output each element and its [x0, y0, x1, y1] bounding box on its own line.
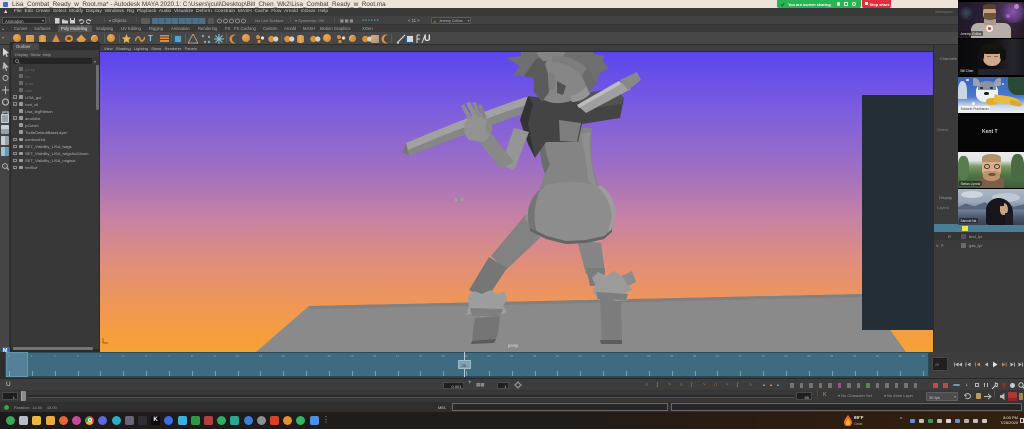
svg-text:persp: persp	[508, 343, 519, 348]
